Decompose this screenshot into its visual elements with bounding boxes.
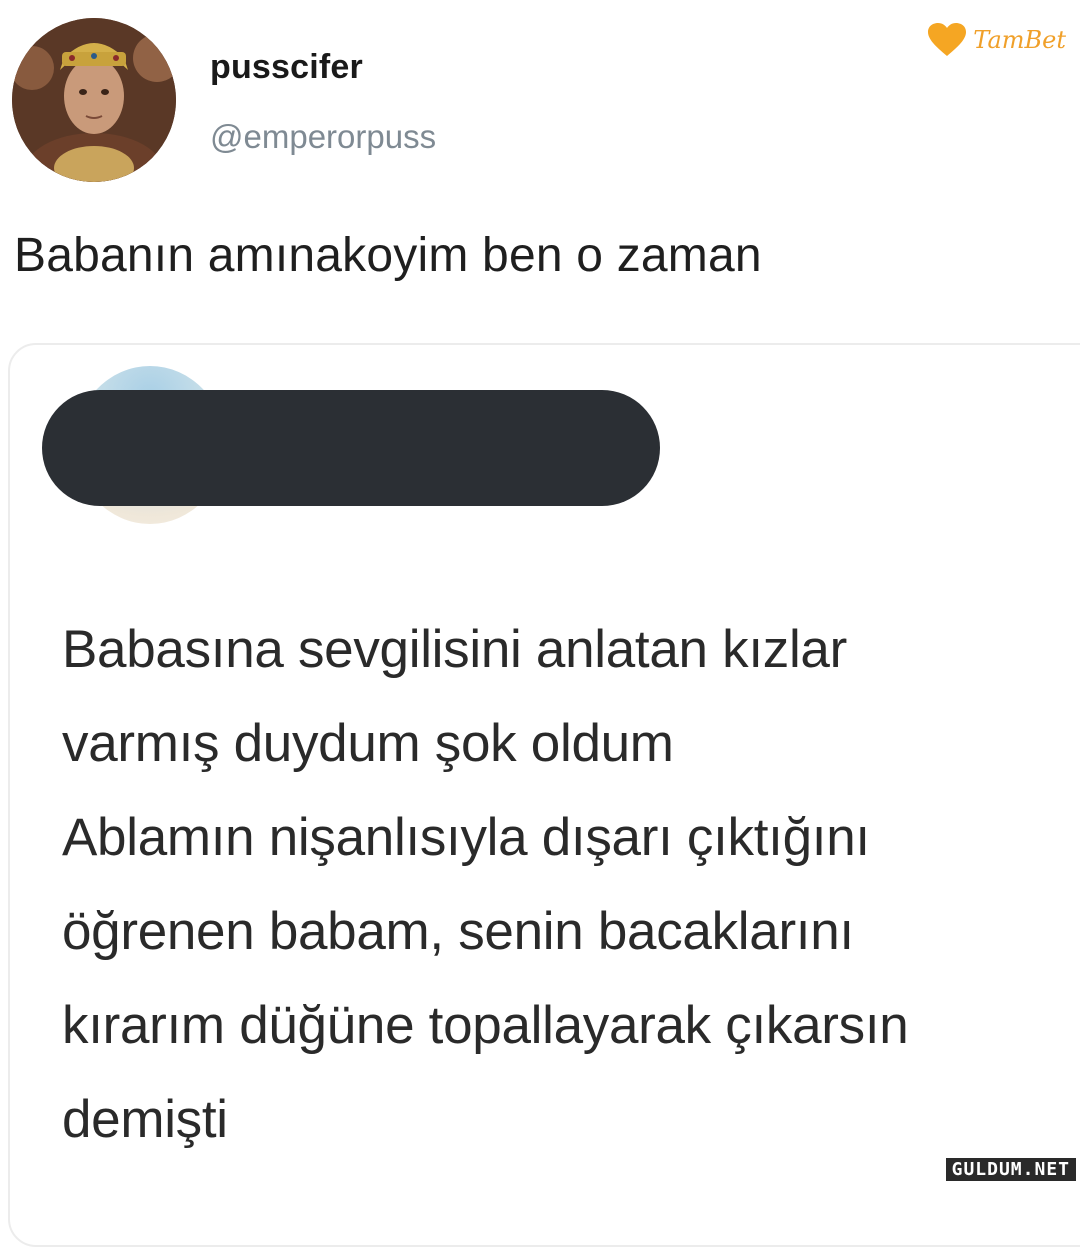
display-name[interactable]: pusscifer: [210, 48, 363, 87]
quoted-tweet-text: Babasına sevgilisini anlatan kızlar varm…: [62, 603, 1062, 1167]
quoted-tweet-line: kırarım düğüne topallayarak çıkarsın: [62, 996, 909, 1055]
guldum-watermark: GULDUM.NET: [945, 1158, 1076, 1181]
tweet-text: Babanın amınakoyim ben o zaman: [14, 229, 762, 282]
user-handle[interactable]: @emperorpuss: [210, 118, 436, 156]
quoted-tweet-line: demişti: [62, 1090, 228, 1149]
profile-avatar[interactable]: [12, 18, 176, 182]
avatar-image: [12, 18, 176, 182]
tambet-watermark: TamBet: [927, 22, 1066, 58]
quoted-tweet-line: Babasına sevgilisini anlatan kızlar: [62, 620, 847, 679]
heart-icon: [928, 23, 967, 56]
quoted-tweet-line: varmış duydum şok oldum: [62, 714, 674, 773]
quoted-tweet-line: öğrenen babam, senin bacaklarını: [62, 902, 854, 961]
redacted-author-bar: [42, 390, 660, 506]
quoted-tweet-line: Ablamın nişanlısıyla dışarı çıktığını: [62, 808, 870, 867]
tambet-logo-text: TamBet: [973, 26, 1066, 54]
